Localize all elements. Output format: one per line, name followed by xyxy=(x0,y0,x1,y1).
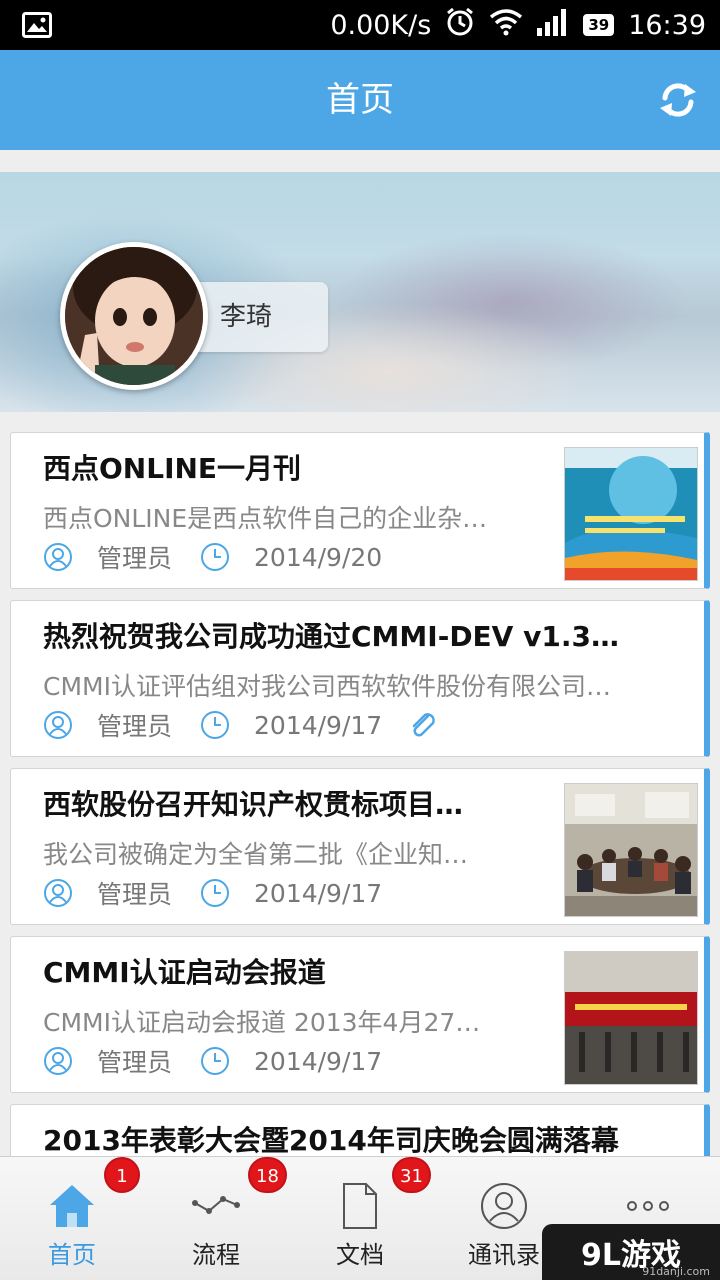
news-item[interactable]: 西点ONLINE一月刊 西点ONLINE是西点软件自己的企业杂… 管理员 201… xyxy=(10,432,710,589)
news-summary: CMMI认证评估组对我公司西软软件股份有限公司… xyxy=(43,672,611,701)
news-item[interactable]: 西软股份召开知识产权贯标项目… 我公司被确定为全省第二批《企业知… 管理员 20… xyxy=(10,768,710,925)
news-thumbnail xyxy=(564,447,698,581)
tab-badge: 18 xyxy=(248,1157,287,1193)
news-date: 2014/9/20 xyxy=(254,542,383,572)
news-author: 管理员 xyxy=(97,880,173,909)
clock-icon xyxy=(200,1046,230,1076)
clock-icon xyxy=(200,878,230,908)
news-item[interactable]: CMMI认证启动会报道 CMMI认证启动会报道 2013年4月27… 管理员 2… xyxy=(10,936,710,1093)
tab-flow[interactable]: 流程 18 xyxy=(144,1157,288,1280)
clock: 16:39 xyxy=(628,9,706,41)
profile-banner: 李琦 xyxy=(0,172,720,412)
user-icon xyxy=(43,878,73,908)
tab-label: 首页 xyxy=(48,1241,96,1269)
news-summary: 我公司被确定为全省第二批《企业知… xyxy=(43,840,469,869)
avatar[interactable] xyxy=(60,242,208,390)
news-date: 2014/9/17 xyxy=(254,1046,383,1076)
battery-icon: 39 xyxy=(583,14,615,36)
news-title: 热烈祝贺我公司成功通过CMMI-DEV v1.3… xyxy=(43,620,619,653)
news-title: 西软股份召开知识产权贯标项目… xyxy=(43,788,464,821)
news-summary: 西点ONLINE是西点软件自己的企业杂… xyxy=(43,504,488,533)
refresh-icon[interactable] xyxy=(658,80,698,120)
tab-home[interactable]: 首页 1 xyxy=(0,1157,144,1280)
news-title: CMMI认证启动会报道 xyxy=(43,956,326,989)
news-author: 管理员 xyxy=(97,1048,173,1077)
gallery-icon xyxy=(22,12,52,42)
news-item[interactable]: 2013年表彰大会暨2014年司庆晚会圆满落幕 xyxy=(10,1104,710,1164)
clock-icon xyxy=(200,542,230,572)
watermark-subtext: 91danji.com xyxy=(642,1265,710,1278)
tab-label: 流程 xyxy=(192,1241,240,1269)
user-icon xyxy=(43,710,73,740)
screen: 0.00K/s 39 16:39 首页 李琦 西点ONLINE一月刊 西点ONL… xyxy=(0,0,720,1280)
app-bar: 首页 xyxy=(0,50,720,150)
tab-label: 文档 xyxy=(336,1241,384,1269)
clock-icon xyxy=(200,710,230,740)
network-speed: 0.00K/s xyxy=(330,9,432,41)
document-icon xyxy=(335,1181,385,1231)
news-author: 管理员 xyxy=(97,712,173,741)
news-date: 2014/9/17 xyxy=(254,710,383,740)
contacts-icon xyxy=(479,1181,529,1231)
user-icon xyxy=(43,1046,73,1076)
news-title: 西点ONLINE一月刊 xyxy=(43,452,302,485)
flow-icon xyxy=(191,1181,241,1231)
wifi-icon xyxy=(489,8,523,43)
user-icon xyxy=(43,542,73,572)
tab-badge: 1 xyxy=(104,1157,140,1193)
signal-icon xyxy=(537,8,569,43)
status-bar: 0.00K/s 39 16:39 xyxy=(0,0,720,50)
news-title: 2013年表彰大会暨2014年司庆晚会圆满落幕 xyxy=(43,1124,619,1157)
home-icon xyxy=(47,1181,97,1231)
watermark-logo: 9L游戏 91danji.com xyxy=(542,1224,720,1280)
news-thumbnail xyxy=(564,951,698,1085)
news-item[interactable]: 热烈祝贺我公司成功通过CMMI-DEV v1.3… CMMI认证评估组对我公司西… xyxy=(10,600,710,757)
news-summary: CMMI认证启动会报道 2013年4月27… xyxy=(43,1008,481,1037)
attachment-icon xyxy=(408,710,438,740)
tab-documents[interactable]: 文档 31 xyxy=(288,1157,432,1280)
news-date: 2014/9/17 xyxy=(254,878,383,908)
alarm-icon xyxy=(445,7,475,44)
news-author: 管理员 xyxy=(97,544,173,573)
page-title: 首页 xyxy=(326,80,394,120)
bottom-tab-bar: 首页 1 流程 18 文档 31 通讯录 9L游戏 91danji.com xyxy=(0,1156,720,1280)
tab-badge: 31 xyxy=(392,1157,431,1193)
news-thumbnail xyxy=(564,783,698,917)
